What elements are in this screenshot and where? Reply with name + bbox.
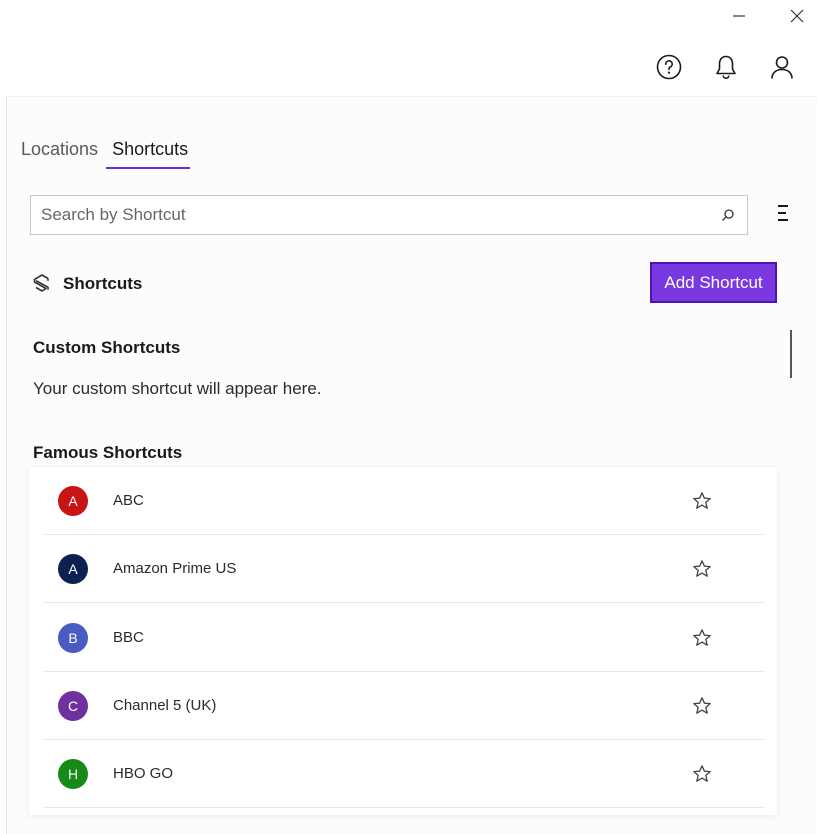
top-bar: [0, 34, 823, 96]
custom-shortcuts-empty-text: Your custom shortcut will appear here.: [33, 379, 322, 398]
list-item[interactable]: H HBO GO: [43, 740, 765, 808]
user-icon: [771, 56, 793, 79]
search-box: [30, 195, 748, 235]
bell-icon: [716, 55, 736, 80]
search-input[interactable]: [41, 205, 701, 225]
avatar: A: [58, 485, 88, 516]
tab-bar: Locations Shortcuts: [21, 137, 202, 171]
notifications-button[interactable]: [711, 52, 741, 82]
scrollbar-thumb[interactable]: [790, 330, 792, 378]
famous-shortcuts-list: A ABC A Amazon Prime US B BBC C Channel …: [29, 467, 777, 815]
shortcuts-icon: [33, 274, 49, 292]
filter-menu-icon[interactable]: [773, 203, 793, 223]
list-item-label: Amazon Prime US: [113, 560, 237, 577]
avatar: C: [58, 690, 88, 721]
add-shortcut-button[interactable]: Add Shortcut: [650, 262, 777, 303]
list-item[interactable]: A ABC: [43, 467, 765, 535]
account-button[interactable]: [767, 52, 797, 82]
list-item-label: ABC: [113, 492, 144, 509]
close-icon: [790, 9, 804, 23]
tab-shortcuts[interactable]: Shortcuts: [106, 137, 191, 169]
list-item-label: Channel 5 (UK): [113, 697, 217, 714]
list-item-label: HBO GO: [113, 765, 174, 782]
tab-locations[interactable]: Locations: [21, 137, 98, 169]
avatar: B: [58, 622, 88, 653]
star-icon[interactable]: [692, 491, 712, 511]
star-icon[interactable]: [692, 628, 712, 648]
shortcuts-section-header: Shortcuts: [31, 270, 142, 298]
list-item-label: BBC: [113, 629, 144, 646]
custom-shortcuts-heading: Custom Shortcuts: [33, 338, 181, 357]
list-item[interactable]: A Amazon Prime US: [43, 535, 765, 603]
list-item[interactable]: B BBC: [43, 604, 765, 672]
help-icon: [656, 54, 682, 80]
section-title: Shortcuts: [63, 274, 143, 293]
avatar: A: [58, 553, 88, 584]
minimize-button[interactable]: [724, 4, 754, 28]
star-icon[interactable]: [692, 559, 712, 579]
search-icon[interactable]: [721, 208, 735, 222]
minimize-icon: [733, 15, 745, 17]
star-icon[interactable]: [692, 696, 712, 716]
avatar: H: [58, 758, 88, 789]
star-icon[interactable]: [692, 764, 712, 784]
title-bar: [0, 0, 823, 34]
list-item[interactable]: C Channel 5 (UK): [43, 672, 765, 740]
main-panel: Locations Shortcuts Shortcuts Add Shortc…: [6, 96, 817, 834]
famous-shortcuts-heading: Famous Shortcuts: [33, 443, 183, 462]
close-button[interactable]: [782, 4, 812, 28]
help-button[interactable]: [654, 52, 684, 82]
